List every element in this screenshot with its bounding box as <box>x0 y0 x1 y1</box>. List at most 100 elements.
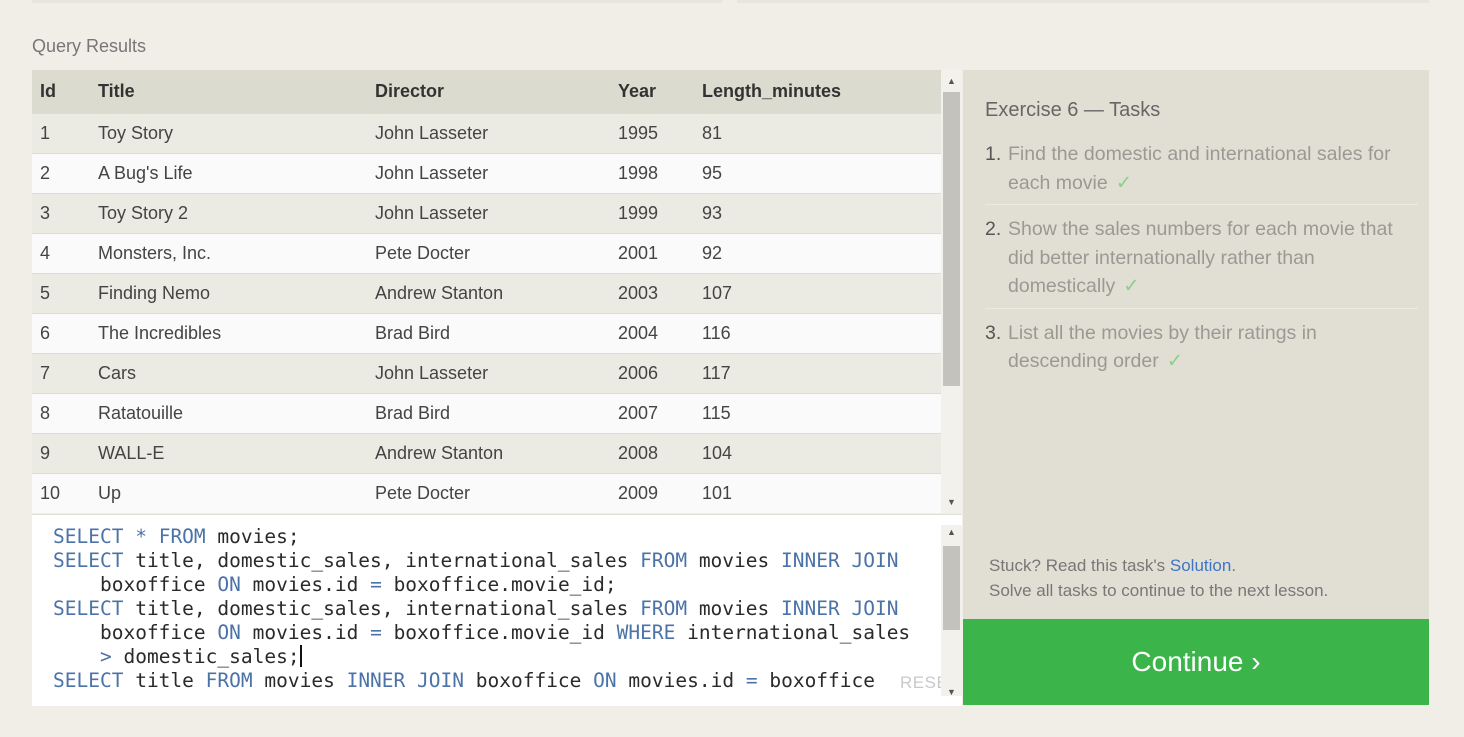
cell-title: Toy Story <box>98 113 375 154</box>
cell-length-minutes: 117 <box>702 353 941 394</box>
column-header-length-minutes: Length_minutes <box>702 70 941 114</box>
check-icon: ✓ <box>1123 275 1140 297</box>
solution-link[interactable]: Solution <box>1170 556 1231 575</box>
cell-length-minutes: 116 <box>702 313 941 354</box>
task-text: Show the sales numbers for each movie th… <box>1008 218 1393 297</box>
code-line[interactable]: SELECT title FROM movies INNER JOIN boxo… <box>53 669 875 692</box>
cell-year: 2001 <box>618 233 702 274</box>
query-results-label: Query Results <box>32 36 147 56</box>
code-line[interactable]: SELECT title, domestic_sales, internatio… <box>53 597 898 620</box>
cell-length-minutes: 107 <box>702 273 941 314</box>
cell-title: The Incredibles <box>98 313 375 354</box>
cell-length-minutes: 104 <box>702 433 941 474</box>
cell-director: John Lasseter <box>375 153 618 194</box>
task-number: 1. <box>985 143 1002 165</box>
cell-year: 2004 <box>618 313 702 354</box>
scroll-up-arrow-icon[interactable]: ▲ <box>941 525 962 539</box>
task-text: List all the movies by their ratings in … <box>1008 321 1317 373</box>
column-header-id: Id <box>32 70 98 114</box>
cell-title: Finding Nemo <box>98 273 375 314</box>
task-item: 3. List all the movies by their ratings i… <box>985 319 1418 383</box>
cell-length-minutes: 115 <box>702 393 941 434</box>
cell-title: Monsters, Inc. <box>98 233 375 274</box>
task-item: 1. Find the domestic and international sa… <box>985 140 1418 205</box>
query-results-panel: Id Title Director Year Length_minutes 1T… <box>32 70 962 513</box>
cell-title: A Bug's Life <box>98 153 375 194</box>
sql-code[interactable]: SELECT * FROM movies; SELECT title, dome… <box>53 525 923 693</box>
results-header-row: Id Title Director Year Length_minutes <box>32 70 941 114</box>
column-header-title: Title <box>98 70 375 114</box>
code-line[interactable]: SELECT * FROM movies; <box>53 525 300 548</box>
cell-length-minutes: 93 <box>702 193 941 234</box>
cell-year: 2008 <box>618 433 702 474</box>
code-line[interactable]: boxoffice ON movies.id = boxoffice.movie… <box>53 573 617 596</box>
cell-title: Ratatouille <box>98 393 375 434</box>
cell-director: John Lasseter <box>375 113 618 154</box>
previous-section-bottom-right <box>737 0 1429 3</box>
cell-id: 8 <box>32 393 98 434</box>
cell-title: Up <box>98 473 375 513</box>
cell-year: 2006 <box>618 353 702 394</box>
table-row: 9 WALL-E Andrew Stanton 2008 104 <box>32 433 941 474</box>
cell-director: Andrew Stanton <box>375 433 618 474</box>
tasks-title: Exercise 6 — Tasks <box>985 99 1161 121</box>
cell-id: 4 <box>32 233 98 274</box>
cell-year: 2007 <box>618 393 702 434</box>
results-scrollbar-thumb[interactable] <box>943 92 960 386</box>
code-line[interactable]: SELECT title, domestic_sales, internatio… <box>53 549 898 572</box>
task-text: Find the domestic and international sale… <box>1008 143 1391 194</box>
table-row: 2A Bug's Life John Lasseter 1998 95 <box>32 153 941 194</box>
task-number: 3. <box>985 321 1002 344</box>
column-header-year: Year <box>618 70 702 114</box>
table-row: 10 Up Pete Docter 2009 101 <box>32 473 941 513</box>
text-cursor <box>299 645 302 667</box>
results-scrollbar[interactable]: ▲ ▼ <box>941 70 962 513</box>
stuck-suffix: . <box>1231 556 1237 575</box>
check-icon: ✓ <box>1115 171 1133 194</box>
cell-title: WALL-E <box>98 433 375 474</box>
table-row: 5 Finding Nemo Andrew Stanton 2003 107 <box>32 273 941 314</box>
cell-id: 5 <box>32 273 98 314</box>
cell-length-minutes: 101 <box>702 473 941 513</box>
sql-editor[interactable]: SELECT * FROM movies; SELECT title, dome… <box>32 514 962 706</box>
cell-director: Andrew Stanton <box>375 273 618 314</box>
cell-id: 9 <box>32 433 98 474</box>
cell-year: 1995 <box>618 113 702 154</box>
cell-length-minutes: 95 <box>702 153 941 194</box>
cell-director: Brad Bird <box>375 313 618 354</box>
scroll-down-arrow-icon[interactable]: ▼ <box>941 495 962 509</box>
table-row: 1 Toy Story John Lasseter 1995 81 <box>32 113 941 154</box>
scroll-down-arrow-icon[interactable]: ▼ <box>941 685 962 699</box>
cell-director: Pete Docter <box>375 233 618 274</box>
cell-year: 1999 <box>618 193 702 234</box>
cell-id: 7 <box>32 353 98 394</box>
cell-id: 2 <box>32 153 98 194</box>
cell-year: 2009 <box>618 473 702 513</box>
cell-year: 1998 <box>618 153 702 194</box>
cell-length-minutes: 92 <box>702 233 941 274</box>
stuck-prefix: Stuck? Read this task's <box>989 556 1170 575</box>
cell-director: Pete Docter <box>375 473 618 513</box>
cell-length-minutes: 81 <box>702 113 941 154</box>
cell-title: Toy Story 2 <box>98 193 375 234</box>
solve-all-note: Solve all tasks to continue to the next … <box>989 581 1329 600</box>
tasks-panel: Exercise 6 — Tasks 1. Find the domestic a… <box>963 70 1429 619</box>
code-line[interactable]: > domestic_sales; <box>53 645 302 668</box>
task-number: 2. <box>985 218 1002 240</box>
code-line[interactable]: boxoffice ON movies.id = boxoffice.movie… <box>53 621 910 644</box>
scroll-up-arrow-icon[interactable]: ▲ <box>941 74 962 88</box>
table-row: 3 Toy Story 2 John Lasseter 1999 93 <box>32 193 941 234</box>
cell-director: Brad Bird <box>375 393 618 434</box>
cell-id: 6 <box>32 313 98 354</box>
table-row: 4 Monsters, Inc. Pete Docter 2001 92 <box>32 233 941 274</box>
cell-title: Cars <box>98 353 375 394</box>
cell-id: 1 <box>32 113 98 154</box>
task-item: 2. Show the sales numbers for each movie … <box>985 215 1418 309</box>
editor-scrollbar[interactable]: ▲ ▼ <box>941 525 962 699</box>
continue-button[interactable]: Continue › <box>963 619 1429 705</box>
cell-id: 10 <box>32 473 98 513</box>
cell-year: 2003 <box>618 273 702 314</box>
editor-scrollbar-thumb[interactable] <box>943 546 960 630</box>
cell-id: 3 <box>32 193 98 234</box>
results-table: Id Title Director Year Length_minutes 1T… <box>32 70 941 513</box>
